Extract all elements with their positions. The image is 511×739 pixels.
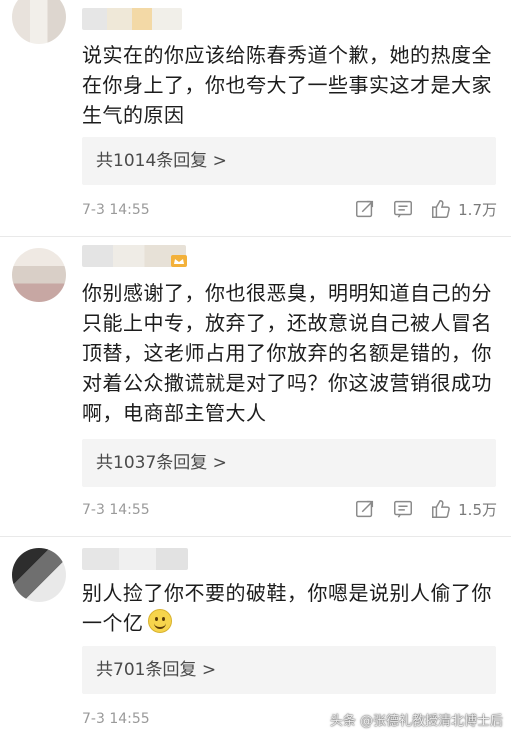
- share-icon[interactable]: [354, 498, 376, 520]
- comment-text-body: 别人捡了你不要的破鞋，你嗯是说别人偷了你一个亿: [82, 581, 492, 635]
- watermark: 头条 @张德礼教授清北博士后: [329, 714, 503, 729]
- like-button[interactable]: 1.5万: [430, 498, 497, 520]
- comment-time: 7-3 14:55: [82, 711, 150, 727]
- avatar[interactable]: [12, 248, 66, 302]
- avatar[interactable]: [12, 548, 66, 602]
- vip-badge-icon: [171, 255, 187, 267]
- replies-link[interactable]: 共1037条回复 >: [82, 439, 496, 487]
- share-icon[interactable]: [354, 198, 376, 220]
- divider: [0, 236, 511, 237]
- comment-text: 你别感谢了，你也很恶臭，明明知道自己的分只能上中专，放弃了，还故意说自己被人冒名…: [82, 281, 492, 425]
- comment-text: 说实在的你应该给陈春秀道个歉，她的热度全在你身上了，你也夸大了一些事实这才是大家…: [82, 43, 492, 127]
- like-icon: [432, 200, 450, 218]
- like-count: 1.5万: [458, 500, 497, 519]
- comment-text: 别人捡了你不要的破鞋，你嗯是说别人偷了你一个亿: [82, 578, 497, 638]
- like-icon: [432, 500, 450, 518]
- avatar[interactable]: [12, 0, 66, 44]
- comment-icon[interactable]: [392, 498, 414, 520]
- comment-actions: 1.5万: [354, 498, 497, 520]
- username-redacted[interactable]: [82, 548, 188, 570]
- divider: [0, 536, 511, 537]
- comment-time: 7-3 14:55: [82, 502, 150, 518]
- username-redacted[interactable]: [82, 8, 182, 30]
- like-button[interactable]: 1.7万: [430, 198, 497, 220]
- smile-emoji-icon: [147, 609, 172, 633]
- replies-link[interactable]: 共701条回复 >: [82, 646, 496, 694]
- comment-actions: 1.7万: [354, 198, 497, 220]
- like-count: 1.7万: [458, 200, 497, 219]
- comment-icon[interactable]: [392, 198, 414, 220]
- replies-link[interactable]: 共1014条回复 >: [82, 137, 496, 185]
- comment-time: 7-3 14:55: [82, 202, 150, 218]
